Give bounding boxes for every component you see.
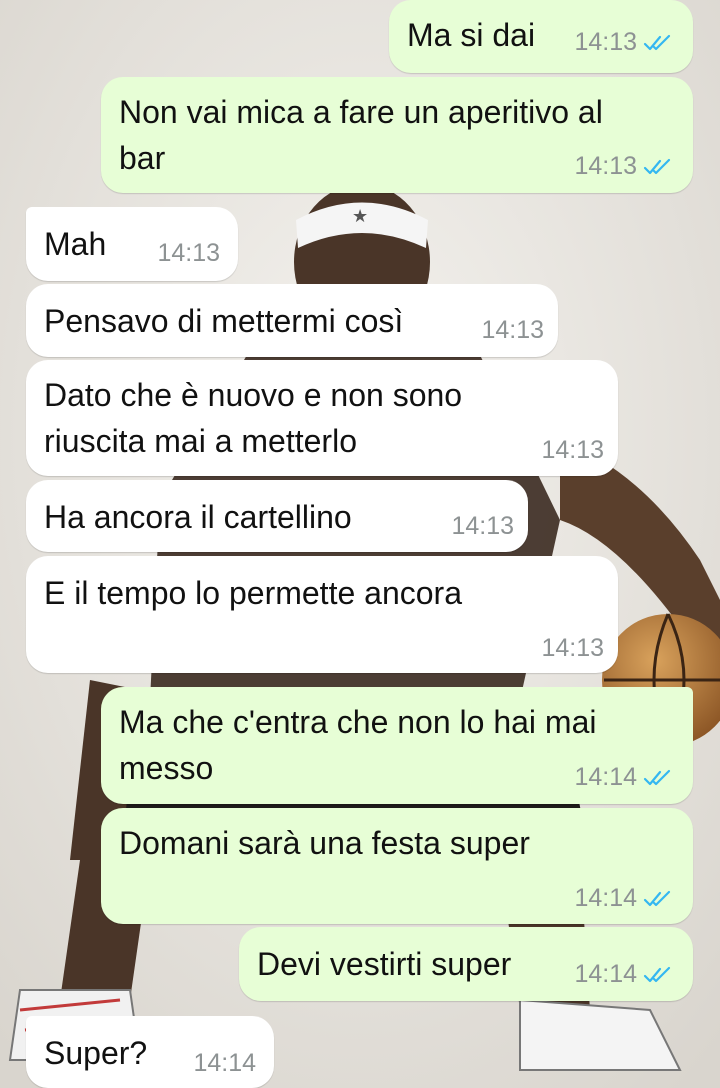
- message-timestamp: 14:14: [193, 1049, 256, 1077]
- message-timestamp: 14:13: [541, 436, 604, 464]
- message-meta: 14:13: [481, 316, 544, 345]
- message-meta: 14:13: [157, 239, 220, 268]
- incoming-message-bubble[interactable]: Super? 14:14: [26, 1016, 274, 1088]
- message-timestamp: 14:14: [574, 763, 637, 791]
- message-timestamp: 14:13: [541, 634, 604, 662]
- read-receipt-icon: [643, 890, 671, 906]
- message-meta: 14:13: [574, 152, 673, 181]
- incoming-message-bubble[interactable]: Dato che è nuovo e non sono riuscita mai…: [26, 360, 618, 476]
- message-meta: 14:13: [541, 634, 604, 663]
- message-text: Ha ancora il cartellino: [44, 499, 352, 535]
- message-timestamp: 14:13: [451, 512, 514, 540]
- incoming-message-bubble[interactable]: E il tempo lo permette ancora 14:13: [26, 556, 618, 673]
- message-timestamp: 14:13: [574, 152, 637, 180]
- message-text: E il tempo lo permette ancora: [44, 575, 462, 611]
- outgoing-message-bubble[interactable]: Ma che c'entra che non lo hai mai messo 1…: [101, 687, 693, 804]
- outgoing-message-bubble[interactable]: Domani sarà una festa super 14:14: [101, 808, 693, 924]
- read-receipt-icon: [643, 769, 671, 785]
- read-receipt-icon: [643, 158, 671, 174]
- read-receipt-icon: [643, 34, 671, 50]
- message-text: Dato che è nuovo e non sono riuscita mai…: [44, 377, 463, 459]
- incoming-message-bubble[interactable]: Mah 14:13: [26, 207, 238, 281]
- outgoing-message-bubble[interactable]: Non vai mica a fare un aperitivo al bar 1…: [101, 77, 693, 193]
- message-meta: 14:14: [574, 884, 673, 913]
- svg-text:★: ★: [352, 206, 368, 226]
- incoming-message-bubble[interactable]: Pensavo di mettermi così 14:13: [26, 284, 558, 357]
- outgoing-message-bubble[interactable]: Devi vestirti super 14:14: [239, 927, 693, 1001]
- read-receipt-icon: [643, 966, 671, 982]
- message-timestamp: 14:13: [481, 316, 544, 344]
- outgoing-message-bubble[interactable]: Ma si dai 14:13: [389, 0, 693, 73]
- message-timestamp: 14:13: [157, 239, 220, 267]
- message-meta: 14:13: [541, 436, 604, 465]
- incoming-message-bubble[interactable]: Ha ancora il cartellino 14:13: [26, 480, 528, 552]
- message-meta: 14:14: [193, 1049, 256, 1078]
- message-timestamp: 14:14: [574, 884, 637, 912]
- message-text: Pensavo di mettermi così: [44, 303, 404, 339]
- message-meta: 14:14: [574, 763, 673, 792]
- message-timestamp: 14:14: [574, 960, 637, 988]
- message-timestamp: 14:13: [574, 28, 637, 56]
- message-meta: 14:14: [574, 960, 673, 989]
- message-meta: 14:13: [451, 512, 514, 541]
- message-text: Domani sarà una festa super: [119, 825, 530, 861]
- message-meta: 14:13: [574, 28, 673, 57]
